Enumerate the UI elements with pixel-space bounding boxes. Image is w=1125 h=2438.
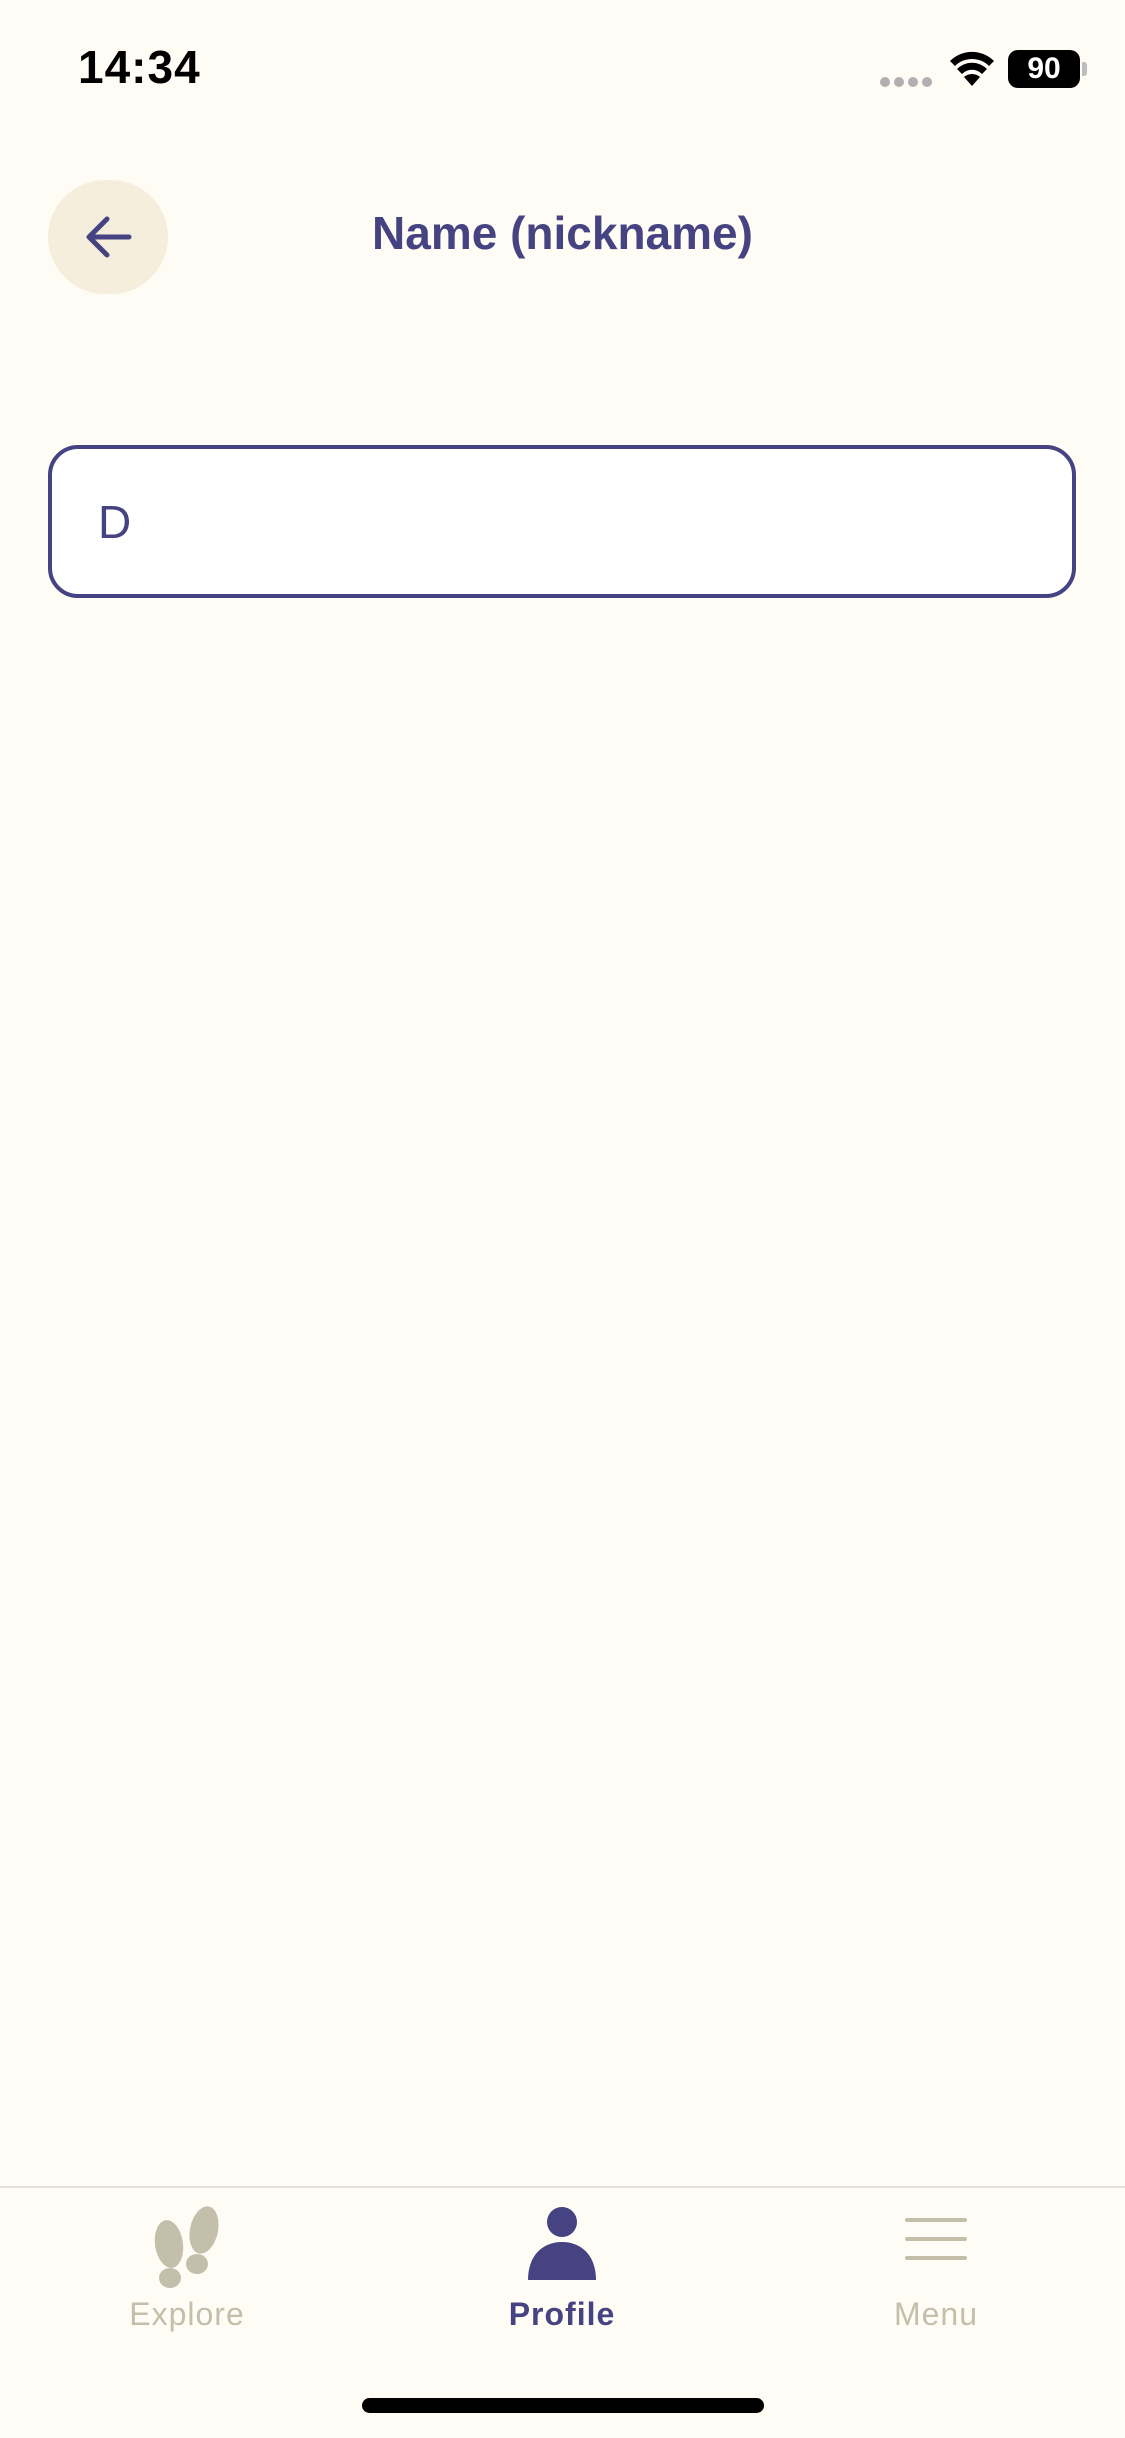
footprints-icon	[154, 2206, 219, 2288]
battery-tip	[1082, 62, 1087, 76]
status-bar: 14:34 90	[0, 0, 1125, 140]
tab-explore-label: Explore	[129, 2296, 245, 2332]
signal-dots-icon	[880, 77, 932, 87]
home-indicator	[362, 2398, 764, 2413]
battery-indicator: 90	[1008, 50, 1080, 88]
back-button[interactable]	[48, 180, 168, 294]
tab-menu-label: Menu	[893, 2296, 979, 2332]
tab-menu[interactable]: Menu	[806, 2188, 1066, 2348]
wifi-icon	[950, 51, 994, 86]
person-icon	[528, 2207, 596, 2280]
nickname-input[interactable]	[48, 445, 1076, 598]
tab-explore[interactable]: Explore	[57, 2188, 317, 2348]
page-title: Name (nickname)	[372, 207, 753, 259]
arrow-left-icon	[86, 216, 132, 258]
status-time: 14:34	[78, 41, 201, 93]
tab-profile[interactable]: Profile	[432, 2188, 692, 2348]
hamburger-menu-icon	[905, 2218, 967, 2260]
profile-name-edit-screen: 14:34 90 Name (nickname) D Explore Profi…	[0, 0, 1125, 2438]
tab-profile-label: Profile	[508, 2296, 616, 2332]
